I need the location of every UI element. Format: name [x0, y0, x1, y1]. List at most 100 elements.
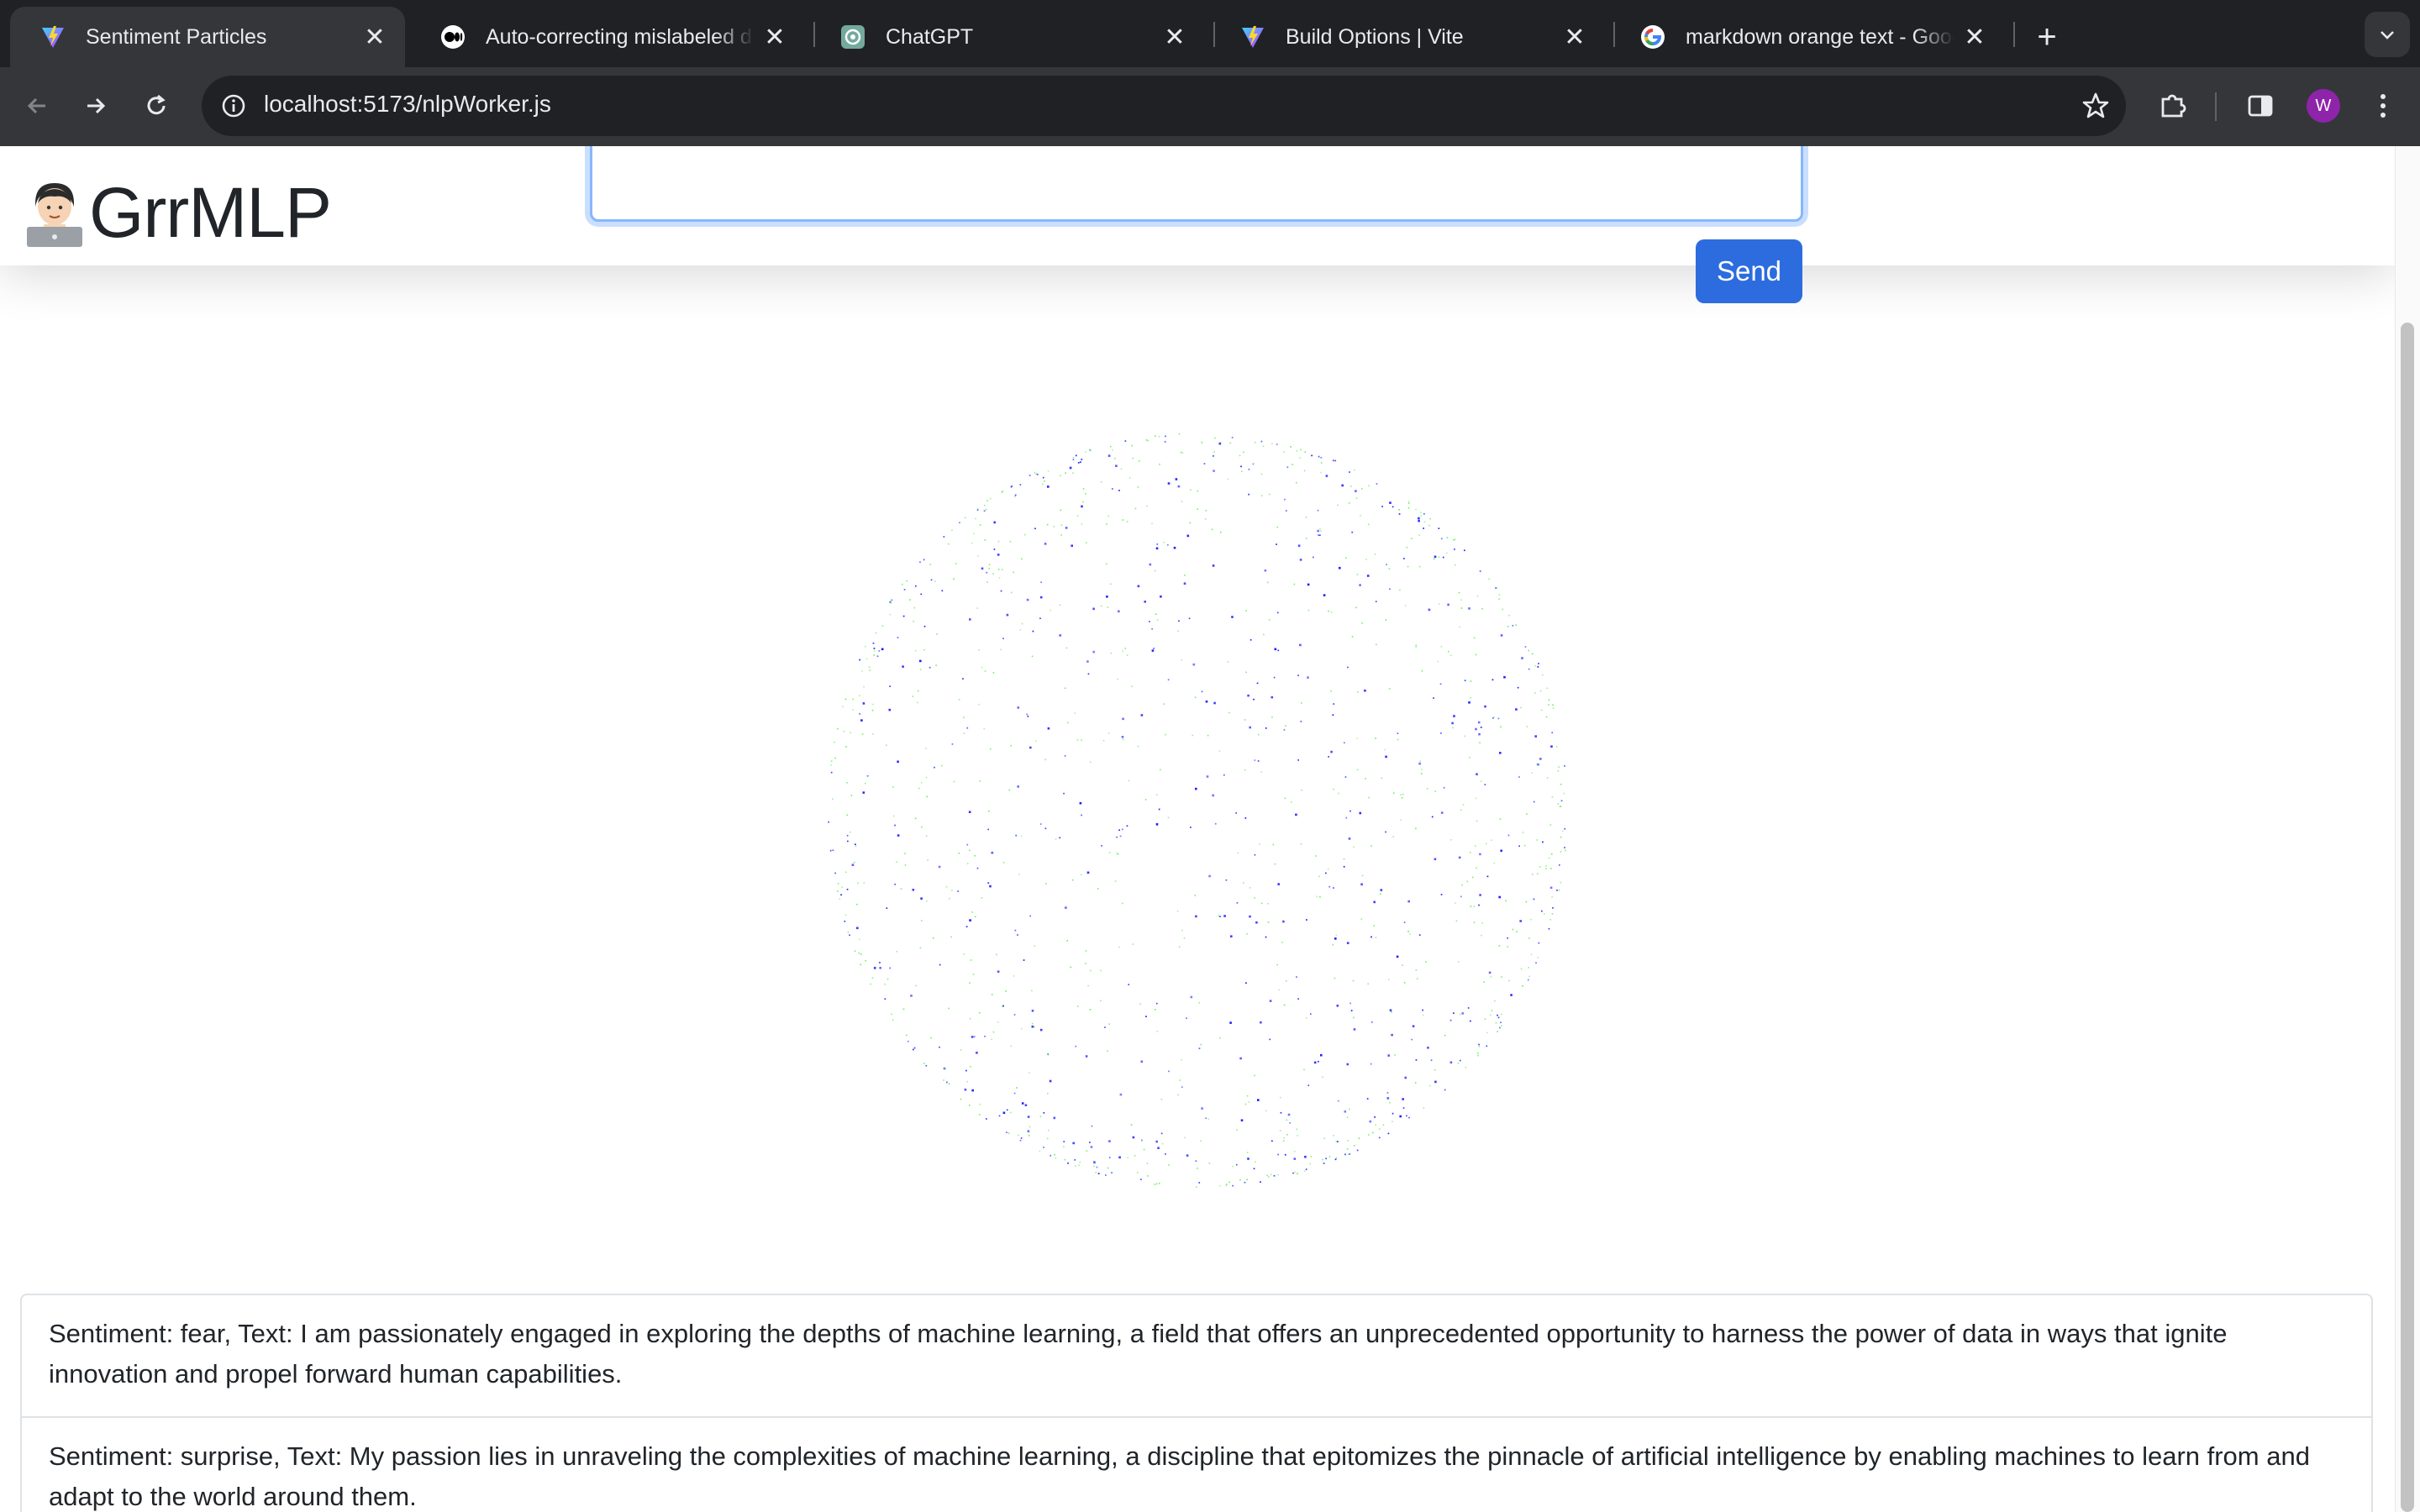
particle [1415, 827, 1417, 830]
particle [1240, 465, 1242, 468]
particle [834, 741, 835, 743]
particle [1157, 1147, 1160, 1149]
tab-auto-correcting[interactable]: Auto-correcting mislabeled d ✕ [410, 7, 805, 67]
particle [1335, 934, 1338, 937]
particle [1183, 937, 1186, 939]
tab-chatgpt[interactable]: ChatGPT ✕ [810, 7, 1205, 67]
tab-build-options-vite[interactable]: Build Options | Vite ✕ [1210, 7, 1605, 67]
particle [1461, 884, 1463, 886]
particle [1026, 598, 1029, 601]
particle [889, 967, 892, 969]
particle [1237, 852, 1239, 854]
particle [859, 712, 860, 715]
particle [1071, 544, 1073, 547]
address-bar[interactable]: localhost:5173/nlpWorker.js [202, 76, 2126, 136]
particle [1286, 980, 1287, 982]
particle [1392, 1121, 1393, 1122]
particle [993, 521, 996, 524]
particle [1165, 733, 1166, 736]
particle [1460, 1013, 1461, 1016]
particle [970, 959, 972, 961]
forward-arrow-icon[interactable] [74, 84, 118, 128]
site-info-icon[interactable] [213, 86, 254, 126]
particle [1155, 547, 1159, 550]
particle [1151, 522, 1153, 525]
particle [1297, 1173, 1298, 1174]
particle [1130, 1124, 1133, 1126]
vertical-scrollbar[interactable] [2395, 146, 2420, 1512]
particle [985, 508, 987, 511]
particle [855, 843, 856, 846]
particle [1028, 1072, 1030, 1074]
particle [1163, 703, 1165, 705]
particle [1503, 675, 1506, 679]
particle [1195, 1160, 1197, 1162]
tab-google-markdown[interactable]: markdown orange text - Goog ✕ [1610, 7, 2005, 67]
back-arrow-icon[interactable] [15, 84, 59, 128]
particle [1551, 732, 1554, 733]
close-tab-icon[interactable]: ✕ [1954, 23, 1995, 52]
particle [1178, 946, 1181, 948]
particle [1385, 831, 1386, 833]
particle [991, 994, 993, 995]
menu-kebab-icon[interactable] [2361, 84, 2405, 128]
close-tab-icon[interactable]: ✕ [1155, 23, 1195, 52]
particle [1366, 575, 1370, 577]
particle [1243, 451, 1244, 454]
particle [1368, 1134, 1370, 1136]
particle [1315, 855, 1317, 857]
particle [1560, 851, 1562, 853]
tab-sentiment-particles[interactable]: Sentiment Particles ✕ [10, 7, 405, 67]
particle [935, 664, 937, 666]
particle [1076, 515, 1079, 517]
new-tab-plus-icon[interactable]: + [2023, 13, 2070, 60]
particle [1128, 477, 1131, 479]
particle [1360, 918, 1363, 920]
particle [1128, 984, 1130, 985]
send-button[interactable]: Send [1696, 239, 1802, 303]
particle [1074, 712, 1076, 714]
particle [1512, 928, 1514, 931]
list-item: Sentiment: surprise, Text: My passion li… [22, 1418, 2371, 1512]
particle [1543, 913, 1545, 915]
reload-icon[interactable] [134, 84, 178, 128]
particle [1534, 735, 1537, 738]
profile-avatar[interactable]: W [2307, 89, 2340, 123]
particle [1356, 738, 1359, 739]
particle [900, 888, 902, 890]
close-tab-icon[interactable]: ✕ [355, 23, 395, 52]
particle [1080, 874, 1082, 876]
particle [1293, 583, 1296, 585]
particle [1307, 583, 1310, 586]
particle [1015, 834, 1018, 837]
side-panel-icon[interactable] [2238, 84, 2282, 128]
particle [1396, 955, 1399, 958]
particle [1372, 1131, 1374, 1134]
particle [974, 916, 976, 918]
particle [1434, 1069, 1436, 1071]
particle [1301, 702, 1302, 704]
particle [1306, 919, 1307, 921]
particle [1192, 663, 1196, 666]
message-input[interactable] [590, 146, 1803, 222]
particle [1319, 896, 1321, 898]
particle [1019, 629, 1022, 631]
particle [1246, 1179, 1248, 1180]
particle [1161, 1142, 1164, 1145]
particle [1455, 564, 1456, 566]
tab-search-chevron-down-icon[interactable] [2365, 12, 2410, 57]
particle [1415, 644, 1417, 646]
scrollbar-thumb[interactable] [2401, 323, 2414, 1512]
particle [1127, 1157, 1128, 1159]
particle [1300, 843, 1302, 845]
particle [948, 1083, 950, 1085]
particle [1300, 449, 1302, 451]
close-tab-icon[interactable]: ✕ [755, 23, 795, 52]
particle [1316, 895, 1318, 897]
particle [1353, 1028, 1356, 1031]
particle [1236, 1129, 1238, 1131]
particle [860, 953, 862, 955]
bookmark-star-icon[interactable] [2074, 84, 2118, 128]
close-tab-icon[interactable]: ✕ [1555, 23, 1595, 52]
extensions-puzzle-icon[interactable] [2151, 84, 2195, 128]
